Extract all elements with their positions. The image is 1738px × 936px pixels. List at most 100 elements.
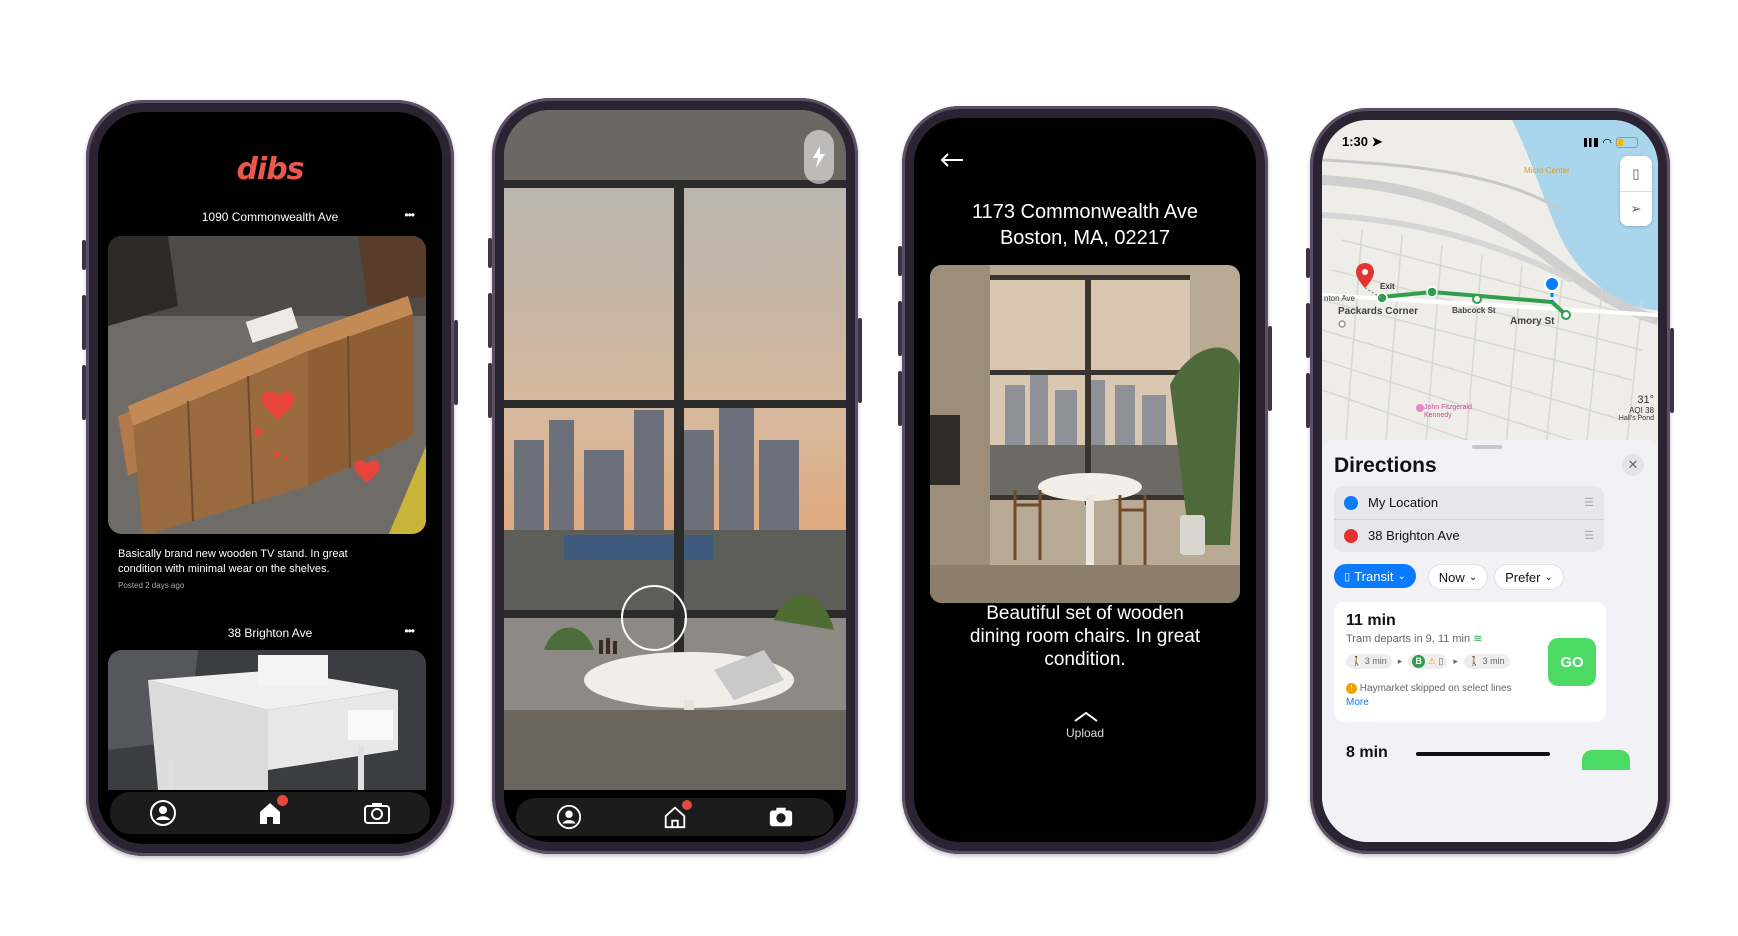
tab-bar [516,798,834,836]
route-departs: Tram departs in 9, 11 min ≋ [1346,633,1483,645]
transit-map-icon[interactable]: ▯ [1620,156,1652,192]
air-quality: AQI 38 [1629,406,1654,415]
map-label-kennedy: John Fitzgerald Kennedy [1424,404,1472,419]
destination-pin-icon [1344,528,1358,543]
time-button[interactable]: Now ⌄ [1428,564,1488,590]
post-photo[interactable] [108,650,426,790]
camera-icon [363,803,390,824]
close-button[interactable]: ✕ [1622,454,1644,476]
desk-photo [108,650,426,790]
prefer-button[interactable]: Prefer ⌄ [1494,564,1564,590]
notification-dot [276,795,288,806]
status-icons: ◠ [1584,136,1638,149]
directions-title: Directions [1334,454,1437,477]
back-button[interactable] [940,152,964,173]
to-row[interactable]: 38 Brighton Ave ☰ [1334,519,1604,552]
camera-viewfinder [504,110,846,790]
post-photo[interactable] [930,265,1240,603]
route-duration: 11 min [1346,612,1396,629]
back-arrow-icon [940,153,963,167]
profile-icon [556,804,582,830]
phone-3: 1173 Commonwealth Ave Boston, MA, 02217 [898,106,1272,854]
go-button[interactable]: GO [1548,638,1596,686]
map-label-babcock: Babcock St [1452,306,1496,315]
tab-home[interactable] [256,795,288,827]
alert-icon: ! [1346,683,1357,694]
drag-handle-icon[interactable]: ☰ [1584,496,1594,509]
maps-screen: 1:30 ➤ ◠ Micro Center ▯ ➢ Exit nton Ave … [1322,120,1658,842]
post-menu-button[interactable]: ••• [404,624,415,638]
dibs-logo: dibs [236,152,304,187]
chevron-down-icon: ⌄ [1544,571,1553,583]
chevron-right-icon: ▸ [1397,656,1403,666]
live-icon: ≋ [1473,633,1483,645]
flash-toggle[interactable] [804,130,834,184]
close-icon: ✕ [1627,457,1639,472]
tab-home[interactable] [662,800,692,830]
weather-badge: 31° AQI 38 Hall's Pond [1619,394,1654,422]
phone-1: dibs 1090 Commonwealth Ave ••• Basically… [82,100,458,856]
chevron-down-icon: ⌄ [1397,570,1406,582]
tab-bar [110,792,430,834]
line-badge: B ⚠ ▯ [1408,654,1448,669]
transit-mode-button[interactable]: ▯ Transit ⌄ [1334,564,1416,588]
drag-handle-icon[interactable]: ☰ [1584,529,1594,542]
post-description: Beautiful set of wooden dining room chai… [969,603,1201,670]
wifi-icon: ◠ [1602,137,1612,149]
more-link[interactable]: More [1346,697,1369,708]
post-timestamp: Posted 2 days ago [118,581,185,590]
dibs-feed-screen: dibs 1090 Commonwealth Ave ••• Basically… [98,112,442,844]
phone-2 [488,98,862,854]
flash-icon [813,146,825,168]
route-card[interactable]: 11 min Tram departs in 9, 11 min ≋ 🚶 3 m… [1334,602,1606,722]
chevron-down-icon: ⌄ [1468,571,1478,583]
signal-icon [1584,138,1599,147]
map-view[interactable] [1322,120,1658,490]
locate-me-icon[interactable]: ➢ [1620,192,1652,226]
map-label-packards-corner: Packards Corner [1338,306,1419,317]
address-line-1: 1173 Commonwealth Ave [971,201,1199,223]
dining-room-photo [930,265,1240,603]
walk-step: 🚶 3 min [1346,654,1392,669]
tab-camera[interactable] [363,799,391,827]
post-address: 1090 Commonwealth Ave [201,210,339,224]
tab-camera[interactable] [768,804,794,830]
go-button-partial[interactable] [1582,750,1630,770]
tab-profile[interactable] [149,799,177,827]
map-label-exit: Exit [1380,282,1395,291]
profile-icon [150,800,177,826]
phone-4: 1:30 ➤ ◠ Micro Center ▯ ➢ Exit nton Ave … [1306,108,1674,854]
map-label-amory: Amory St [1510,316,1555,327]
status-time: 1:30 ➤ [1342,134,1383,149]
shutter-button[interactable] [621,585,687,651]
post-menu-button[interactable]: ••• [404,208,415,222]
address-line-2: Boston, MA, 02217 [999,227,1171,249]
chevron-right-icon: ▸ [1453,656,1458,666]
walk-icon: 🚶 [1351,656,1363,666]
sheet-grabber[interactable] [1472,445,1502,449]
upload-label[interactable]: Upload [914,726,1256,740]
tram-icon: ▯ [1438,656,1444,666]
map-label-halls-pond: Hall's Pond [1618,415,1654,422]
post-address: 38 Brighton Ave [227,626,313,640]
map-controls: ▯ ➢ [1620,156,1652,226]
from-label: My Location [1368,495,1439,510]
tv-stand-photo [108,236,426,534]
tram-icon: ▯ [1344,570,1351,583]
post-detail-screen: 1173 Commonwealth Ave Boston, MA, 02217 [914,118,1256,842]
camera-screen [504,110,846,842]
directions-sheet: Directions ✕ My Location ☰ 38 Brighton A… [1322,440,1658,842]
from-row[interactable]: My Location ☰ [1334,486,1604,520]
home-indicator [1416,752,1550,756]
location-arrow-icon: ➤ [1371,134,1383,149]
weather-temp: 31° [1637,394,1654,406]
tab-profile[interactable] [556,804,582,830]
warning-icon: ⚠ [1427,656,1436,666]
my-location-icon [1344,495,1358,510]
walk-step: 🚶 3 min [1463,654,1510,669]
route-duration[interactable]: 8 min [1346,744,1388,762]
map-label-micro-center: Micro Center [1524,166,1570,175]
battery-icon [1616,137,1638,148]
walk-icon: 🚶 [1468,656,1481,666]
post-photo[interactable] [108,236,426,534]
